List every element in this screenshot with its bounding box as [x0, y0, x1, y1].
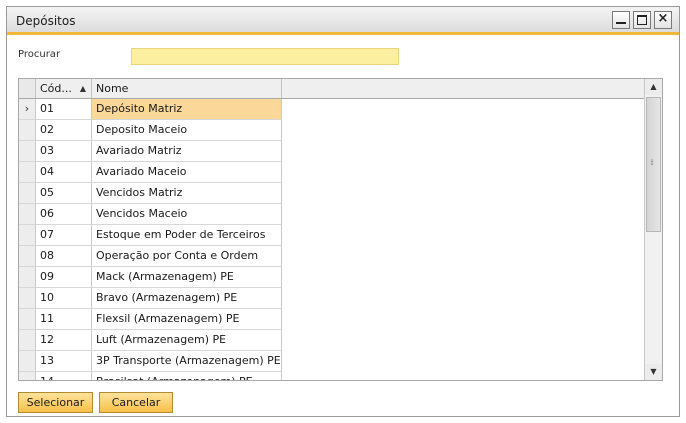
table-row[interactable]: 09 Mack (Armazenagem) PE — [19, 267, 282, 288]
table-row[interactable]: 13 3P Transporte (Armazenagem) PE — [19, 351, 282, 372]
grid-header: Cód... ▲ Nome — [19, 79, 644, 99]
table-row[interactable]: 12 Luft (Armazenagem) PE — [19, 330, 282, 351]
row-selector[interactable] — [19, 372, 36, 380]
scrollbar-thumb[interactable]: ⁞⁞ — [646, 97, 661, 232]
row-selector[interactable] — [19, 204, 36, 225]
current-row-indicator-icon[interactable]: › — [19, 99, 36, 120]
row-selector[interactable] — [19, 288, 36, 309]
table-row[interactable]: 07 Estoque em Poder de Terceiros — [19, 225, 282, 246]
table-row[interactable]: 14Brasilsat (Armazenagem) PE — [19, 372, 282, 380]
row-selector-header — [19, 79, 36, 98]
maximize-icon — [637, 15, 647, 25]
column-header-code[interactable]: Cód... ▲ — [36, 79, 92, 98]
cell-code[interactable]: 11 — [36, 309, 92, 330]
vertical-scrollbar[interactable]: ▲ ⁞⁞ ▼ — [644, 79, 662, 380]
column-header-name[interactable]: Nome — [92, 79, 282, 98]
cell-code[interactable]: 10 — [36, 288, 92, 309]
row-selector[interactable] — [19, 141, 36, 162]
title-bar[interactable]: Depósitos × — [7, 7, 679, 35]
cell-code[interactable]: 01 — [36, 99, 92, 120]
cell-name[interactable]: Mack (Armazenagem) PE — [92, 267, 282, 288]
sort-ascending-icon: ▲ — [79, 84, 86, 93]
table-row[interactable]: 06 Vencidos Maceio — [19, 204, 282, 225]
row-selector[interactable] — [19, 267, 36, 288]
table-row[interactable]: 04 Avariado Maceio — [19, 162, 282, 183]
grip-icon: ⁞⁞ — [650, 158, 654, 167]
search-label: Procurar — [18, 49, 61, 60]
cell-code[interactable]: 05 — [36, 183, 92, 204]
row-selector[interactable] — [19, 120, 36, 141]
row-selector[interactable] — [19, 351, 36, 372]
column-header-name-label: Nome — [96, 82, 129, 95]
cell-name[interactable]: Deposito Maceio — [92, 120, 282, 141]
window-title: Depósitos — [16, 14, 76, 28]
cell-name[interactable]: Vencidos Matriz — [92, 183, 282, 204]
column-header-code-label: Cód... — [40, 82, 72, 95]
row-selector[interactable] — [19, 330, 36, 351]
cell-code[interactable]: 04 — [36, 162, 92, 183]
minimize-button[interactable] — [612, 11, 630, 29]
close-button[interactable]: × — [654, 11, 672, 29]
table-row[interactable]: 10 Bravo (Armazenagem) PE — [19, 288, 282, 309]
row-selector[interactable] — [19, 225, 36, 246]
cell-code[interactable]: 06 — [36, 204, 92, 225]
cell-code[interactable]: 14 — [36, 372, 92, 380]
select-button[interactable]: Selecionar — [18, 392, 93, 413]
table-row[interactable]: 08 Operação por Conta e Ordem — [19, 246, 282, 267]
cell-name[interactable]: Bravo (Armazenagem) PE — [92, 288, 282, 309]
scroll-down-arrow-icon[interactable]: ▼ — [645, 364, 662, 380]
scroll-up-arrow-icon[interactable]: ▲ — [645, 79, 662, 95]
cell-name[interactable]: Operação por Conta e Ordem — [92, 246, 282, 267]
cell-name[interactable]: Avariado Maceio — [92, 162, 282, 183]
table-row[interactable]: 05 Vencidos Matriz — [19, 183, 282, 204]
depositos-window: Depósitos × Procurar Cód... ▲ Nome › 01 De… — [6, 6, 680, 417]
cell-name[interactable]: Depósito Matriz — [92, 99, 282, 120]
cell-name[interactable]: Flexsil (Armazenagem) PE — [92, 309, 282, 330]
row-selector[interactable] — [19, 246, 36, 267]
cell-name[interactable]: Luft (Armazenagem) PE — [92, 330, 282, 351]
maximize-button[interactable] — [633, 11, 651, 29]
cancel-button[interactable]: Cancelar — [99, 392, 173, 413]
cell-code[interactable]: 12 — [36, 330, 92, 351]
cell-name[interactable]: Brasilsat (Armazenagem) PE — [92, 372, 282, 380]
row-selector[interactable] — [19, 309, 36, 330]
table-row[interactable]: 11 Flexsil (Armazenagem) PE — [19, 309, 282, 330]
close-icon: × — [657, 11, 669, 26]
table-row[interactable]: 02 Deposito Maceio — [19, 120, 282, 141]
cell-name[interactable]: Estoque em Poder de Terceiros — [92, 225, 282, 246]
cell-code[interactable]: 02 — [36, 120, 92, 141]
table-row[interactable]: 03 Avariado Matriz — [19, 141, 282, 162]
table-row[interactable]: › 01 Depósito Matriz — [19, 99, 282, 120]
cell-code[interactable]: 13 — [36, 351, 92, 372]
cell-code[interactable]: 07 — [36, 225, 92, 246]
cell-name[interactable]: Avariado Matriz — [92, 141, 282, 162]
cell-name[interactable]: 3P Transporte (Armazenagem) PE — [92, 351, 282, 372]
cell-code[interactable]: 09 — [36, 267, 92, 288]
cell-code[interactable]: 08 — [36, 246, 92, 267]
deposits-grid: Cód... ▲ Nome › 01 Depósito Matriz 02 Deposi… — [18, 78, 663, 381]
search-input[interactable] — [131, 48, 399, 65]
row-selector[interactable] — [19, 183, 36, 204]
cell-name[interactable]: Vencidos Maceio — [92, 204, 282, 225]
minimize-icon — [616, 22, 626, 24]
cell-code[interactable]: 03 — [36, 141, 92, 162]
row-selector[interactable] — [19, 162, 36, 183]
